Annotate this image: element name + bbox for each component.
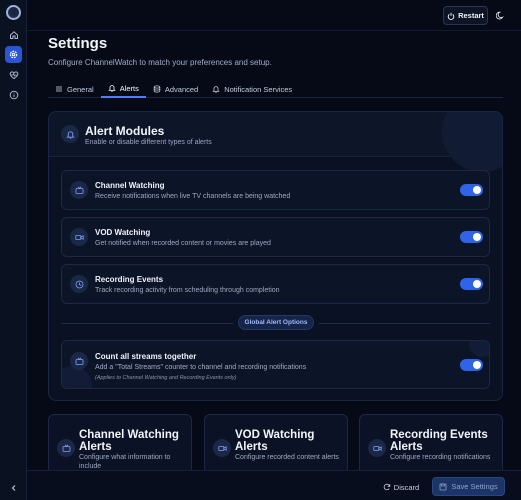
video-icon xyxy=(70,228,88,246)
save-icon xyxy=(439,483,447,491)
tv-icon xyxy=(57,439,75,457)
global-option-title: Count all streams together xyxy=(95,352,197,361)
tab-advanced[interactable]: Advanced xyxy=(146,80,205,98)
card-description: Configure recorded content alerts xyxy=(235,454,339,461)
tv-icon xyxy=(70,181,88,199)
database-icon xyxy=(153,85,161,93)
section-title: Alert Modules xyxy=(85,124,165,138)
global-alert-options-label: Global Alert Options xyxy=(238,315,314,330)
module-card-channel-watching: Channel Watching Receive notifications w… xyxy=(61,170,490,210)
module-card-vod-watching: VOD Watching Get notified when recorded … xyxy=(61,217,490,257)
card-title: Channel Watching Alerts xyxy=(79,429,179,453)
power-icon xyxy=(447,12,455,20)
recording-events-toggle[interactable] xyxy=(460,278,483,290)
toggle-knob xyxy=(473,233,481,241)
info-icon[interactable] xyxy=(5,86,22,103)
theme-toggle-moon-icon[interactable] xyxy=(493,8,508,23)
save-label: Save Settings xyxy=(451,482,498,491)
vod-watching-toggle[interactable] xyxy=(460,231,483,243)
module-description: Get notified when recorded content or mo… xyxy=(95,240,271,247)
footer-bar: Discard Save Settings xyxy=(27,470,521,500)
toggle-knob xyxy=(473,361,481,369)
bell-icon xyxy=(107,84,116,92)
app-logo[interactable] xyxy=(6,5,21,20)
global-option-note: (Applies to Channel Watching and Recordi… xyxy=(95,375,237,381)
tab-label: Notification Services xyxy=(224,84,293,94)
page-subtitle: Configure ChannelWatch to match your pre… xyxy=(48,58,272,67)
sidebar xyxy=(0,0,27,500)
module-title: VOD Watching xyxy=(95,228,151,237)
refresh-icon xyxy=(383,483,391,491)
settings-icon[interactable] xyxy=(5,46,22,63)
restart-button[interactable]: Restart xyxy=(443,6,488,25)
alert-modules-panel: Alert Modules Enable or disable differen… xyxy=(48,111,503,401)
home-icon[interactable] xyxy=(5,26,22,43)
page-title: Settings xyxy=(48,35,108,52)
module-description: Receive notifications when live TV chann… xyxy=(95,193,291,200)
restart-label: Restart xyxy=(458,11,484,20)
alert-modules-header: Alert Modules Enable or disable differen… xyxy=(49,112,502,172)
discard-button[interactable]: Discard xyxy=(378,478,424,496)
section-subtitle: Enable or disable different types of ale… xyxy=(85,139,212,146)
bell-icon xyxy=(61,125,79,143)
decorative-circle xyxy=(442,112,502,172)
save-settings-button[interactable]: Save Settings xyxy=(432,477,505,496)
card-title: VOD Watching Alerts xyxy=(235,429,315,453)
global-option-description: Add a "Total Streams" counter to channel… xyxy=(95,364,307,371)
count-all-streams-toggle[interactable] xyxy=(460,359,483,371)
module-title: Channel Watching xyxy=(95,181,165,190)
tab-alerts[interactable]: Alerts xyxy=(100,80,146,98)
heart-pulse-icon[interactable] xyxy=(5,66,22,83)
tab-label: General xyxy=(67,84,94,94)
decorative-circle xyxy=(469,341,489,357)
sliders-icon xyxy=(55,85,63,93)
card-title: Recording Events Alerts xyxy=(390,429,488,453)
tab-label: Alerts xyxy=(119,83,139,93)
tab-general[interactable]: General xyxy=(48,80,101,98)
clock-icon xyxy=(70,275,88,293)
tv-icon xyxy=(70,352,88,370)
tab-label: Advanced xyxy=(164,84,199,94)
bell-icon xyxy=(212,85,221,93)
divider xyxy=(319,323,490,324)
tab-notification-services[interactable]: Notification Services xyxy=(205,80,299,98)
module-description: Track recording activity from scheduling… xyxy=(95,287,280,294)
toggle-knob xyxy=(473,186,481,194)
divider xyxy=(61,323,233,324)
settings-tabs: General Alerts Advanced Notification Ser… xyxy=(48,80,503,98)
module-title: Recording Events xyxy=(95,275,164,284)
card-description: Configure recording notifications xyxy=(390,454,491,461)
channel-watching-toggle[interactable] xyxy=(460,184,483,196)
module-card-recording-events: Recording Events Track recording activit… xyxy=(61,264,490,304)
video-icon xyxy=(213,439,231,457)
global-option-card: Count all streams together Add a "Total … xyxy=(61,340,490,389)
toggle-knob xyxy=(473,280,481,288)
chevron-left-icon[interactable] xyxy=(5,479,22,496)
video-icon xyxy=(368,439,386,457)
card-description: Configure what information to include xyxy=(79,454,171,470)
discard-label: Discard xyxy=(393,482,420,492)
